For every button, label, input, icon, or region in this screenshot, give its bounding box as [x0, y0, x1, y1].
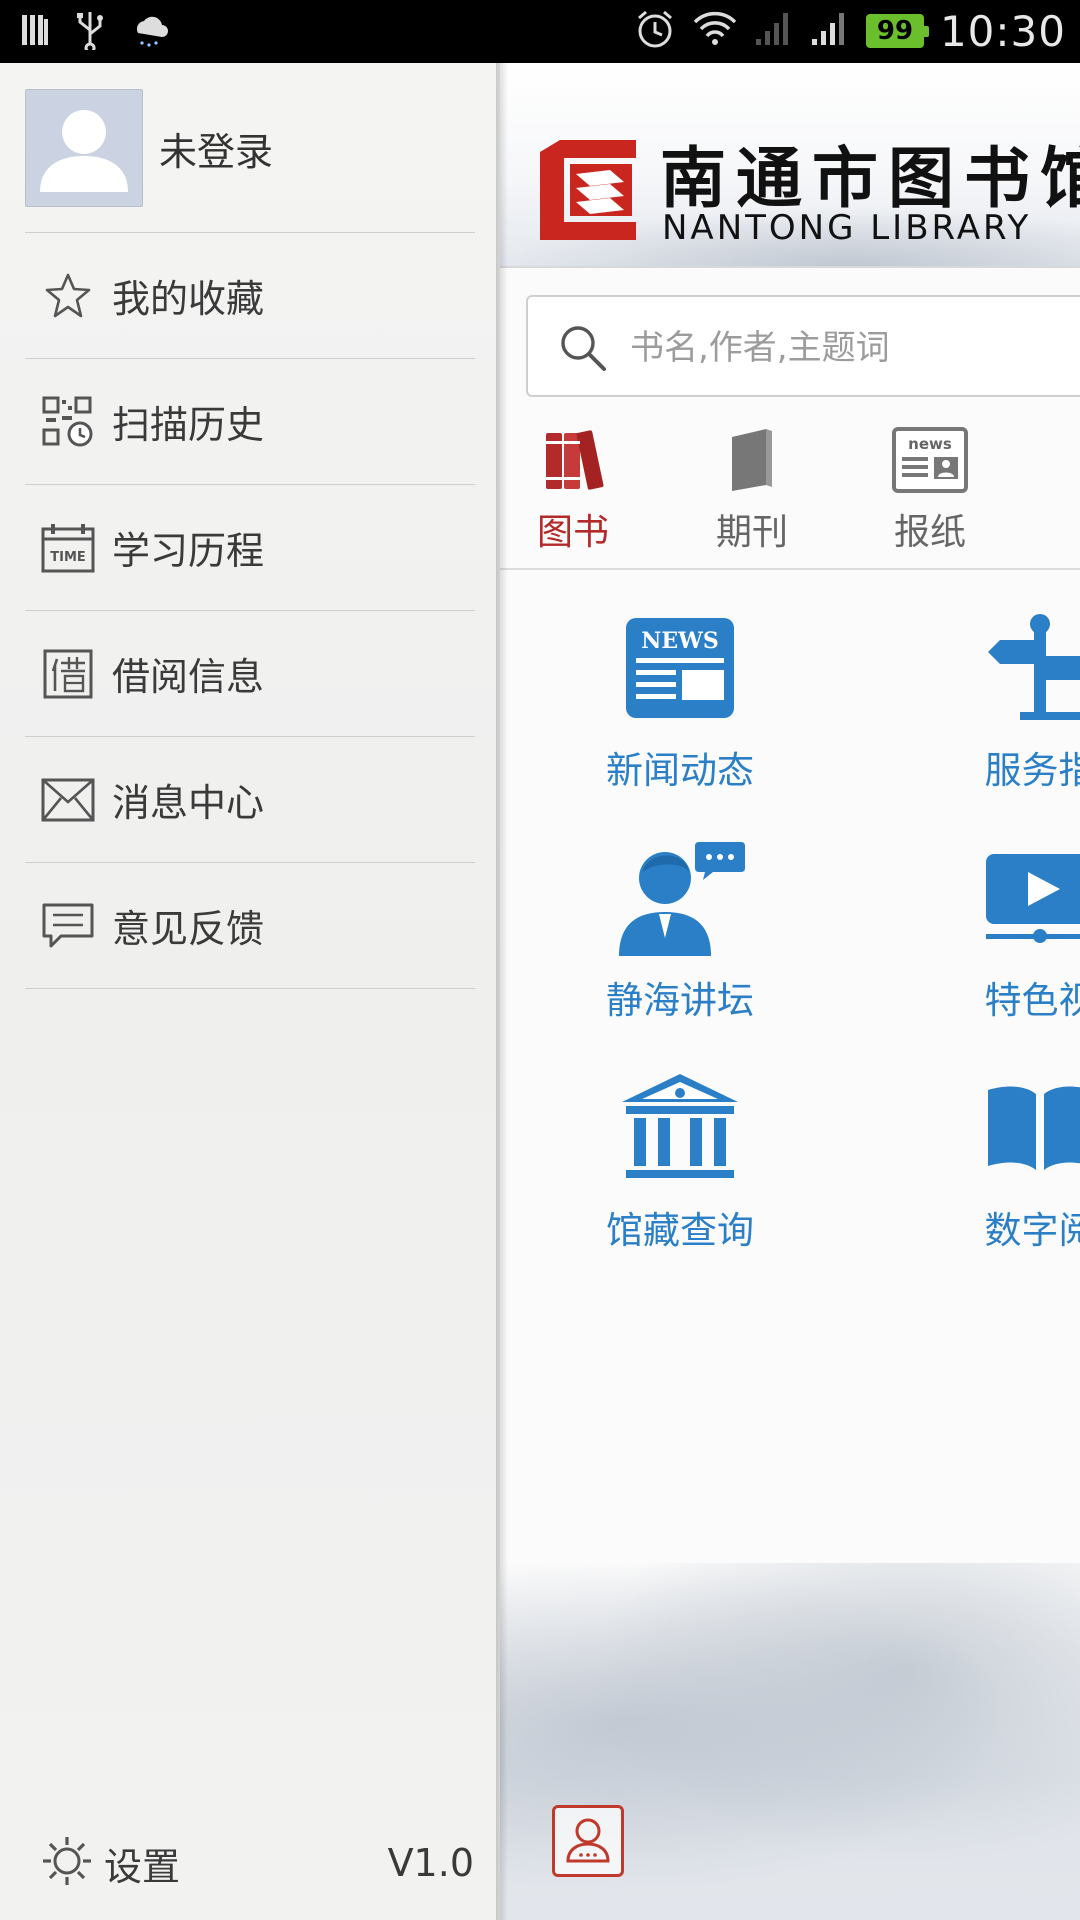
grid-label: 特色视	[984, 979, 1080, 1022]
main-panel: 南通市图书馆 NANTONG LIBRARY 书名,作者,主题词 图书 期刊 n…	[500, 63, 1080, 1920]
menu-label: 意见反馈	[112, 907, 265, 951]
grid-item-featured-video[interactable]: 特色视	[910, 838, 1080, 1024]
grid-item-lecture[interactable]: 静海讲坛	[550, 838, 810, 1024]
menu-item-scan-history[interactable]: 扫描历史	[25, 359, 475, 484]
wifi-icon	[692, 10, 738, 52]
sim-icon	[20, 13, 50, 51]
divider	[25, 988, 475, 989]
login-status-label[interactable]: 未登录	[159, 121, 273, 176]
signal-icon-2	[810, 9, 850, 53]
grid-item-news[interactable]: NEWS 新闻动态	[550, 608, 810, 794]
settings-button[interactable]: 设置	[40, 1833, 180, 1893]
category-tabs: 图书 期刊 news 报纸	[500, 413, 1080, 570]
borrow-icon	[40, 646, 96, 702]
search-box[interactable]	[526, 295, 1080, 397]
tab-newspapers[interactable]: news 报纸	[870, 413, 990, 563]
grid-label: 新闻动态	[606, 749, 754, 792]
library-name-chinese: 南通市图书馆	[660, 139, 1080, 217]
usb-icon	[72, 10, 108, 54]
library-logo-icon	[538, 138, 638, 242]
battery-indicator: 99	[865, 14, 929, 48]
clock: 10:30	[939, 6, 1066, 56]
qr-history-icon	[40, 394, 96, 450]
avatar[interactable]	[25, 89, 143, 207]
app-version: V1.0	[387, 1841, 474, 1885]
svg-text:TIME: TIME	[50, 550, 86, 565]
tab-books[interactable]: 图书	[513, 413, 633, 563]
search-input[interactable]	[628, 317, 1072, 379]
grid-item-digital-reading[interactable]: 数字阅	[910, 1068, 1080, 1254]
menu-label: 学习历程	[112, 529, 265, 573]
status-bar: 99 10:30	[0, 0, 1080, 63]
feedback-icon	[40, 898, 96, 954]
svg-text:NEWS: NEWS	[641, 628, 718, 654]
menu-label: 借阅信息	[112, 655, 265, 699]
newspaper-icon: news	[870, 413, 990, 493]
grid-label: 数字阅	[984, 1209, 1080, 1252]
menu-label: 我的收藏	[112, 277, 265, 321]
news-icon: NEWS	[550, 608, 810, 728]
search-icon	[558, 323, 608, 377]
signpost-icon	[910, 608, 1080, 728]
star-icon	[40, 268, 96, 324]
grid-item-catalog-search[interactable]: 馆藏查询	[550, 1068, 810, 1254]
menu-item-message-center[interactable]: 消息中心	[25, 737, 475, 862]
time-calendar-icon: TIME	[40, 520, 96, 576]
navigation-drawer: 未登录 我的收藏 扫描历史 TIME 学习历程 借阅信息 消息中心 意见反馈 设…	[0, 63, 500, 1920]
weather-icon	[130, 11, 170, 53]
museum-icon	[550, 1068, 810, 1188]
menu-label: 扫描历史	[112, 403, 265, 447]
tab-journals[interactable]: 期刊	[692, 413, 812, 563]
grid-label: 馆藏查询	[606, 1209, 754, 1252]
envelope-icon	[40, 772, 96, 828]
books-icon	[513, 413, 633, 493]
video-icon	[910, 838, 1080, 958]
menu-item-borrow-info[interactable]: 借阅信息	[25, 611, 475, 736]
screen: 99 10:30 未登录 我的收藏 扫描历史 TIME 学习历程 借阅信息 消息…	[0, 0, 1080, 1920]
profile-header[interactable]: 未登录	[25, 88, 273, 208]
library-banner: 南通市图书馆 NANTONG LIBRARY	[500, 63, 1080, 268]
menu-item-learning-history[interactable]: TIME 学习历程	[25, 485, 475, 610]
tab-label: 图书	[536, 512, 609, 553]
settings-label: 设置	[104, 1844, 181, 1889]
book-icon	[910, 1068, 1080, 1188]
grid-label: 静海讲坛	[606, 979, 754, 1022]
gear-icon	[40, 1834, 94, 1892]
alarm-icon	[634, 8, 676, 54]
menu-item-feedback[interactable]: 意见反馈	[25, 863, 475, 988]
drawer-shadow	[496, 63, 508, 1920]
menu-item-favorites[interactable]: 我的收藏	[25, 233, 475, 358]
user-center-button[interactable]	[552, 1805, 624, 1877]
grid-label: 服务指	[984, 749, 1080, 792]
menu-label: 消息中心	[112, 781, 265, 825]
library-name-english: NANTONG LIBRARY	[662, 208, 1032, 248]
tab-label: 报纸	[893, 512, 966, 553]
speaker-icon	[550, 838, 810, 958]
signal-icon	[754, 9, 794, 53]
tab-label: 期刊	[715, 512, 788, 553]
svg-text:news: news	[908, 435, 952, 453]
journal-icon	[692, 413, 812, 493]
user-icon	[560, 1811, 616, 1871]
grid-item-service-guide[interactable]: 服务指	[910, 608, 1080, 794]
